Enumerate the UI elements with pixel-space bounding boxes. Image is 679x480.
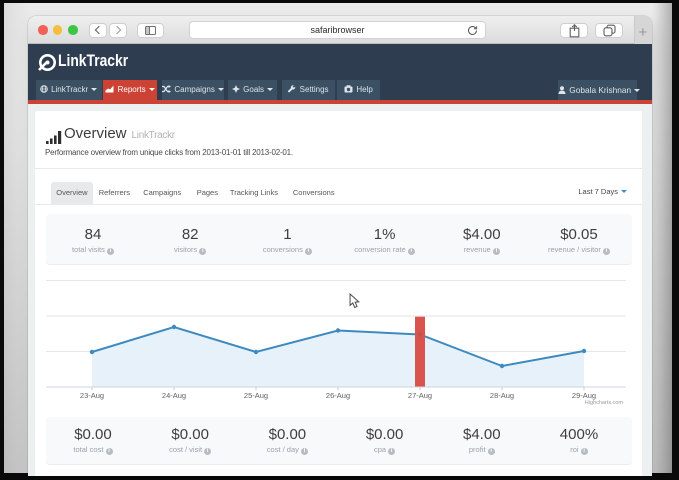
svg-text:29-Aug: 29-Aug [572,391,596,400]
svg-text:23-Aug: 23-Aug [80,391,104,400]
svg-text:24-Aug: 24-Aug [162,391,186,400]
svg-text:28-Aug: 28-Aug [490,391,514,400]
svg-text:27-Aug: 27-Aug [408,391,432,400]
svg-text:25-Aug: 25-Aug [244,391,268,400]
svg-text:26-Aug: 26-Aug [326,391,350,400]
svg-text:Highcharts.com: Highcharts.com [585,400,624,406]
